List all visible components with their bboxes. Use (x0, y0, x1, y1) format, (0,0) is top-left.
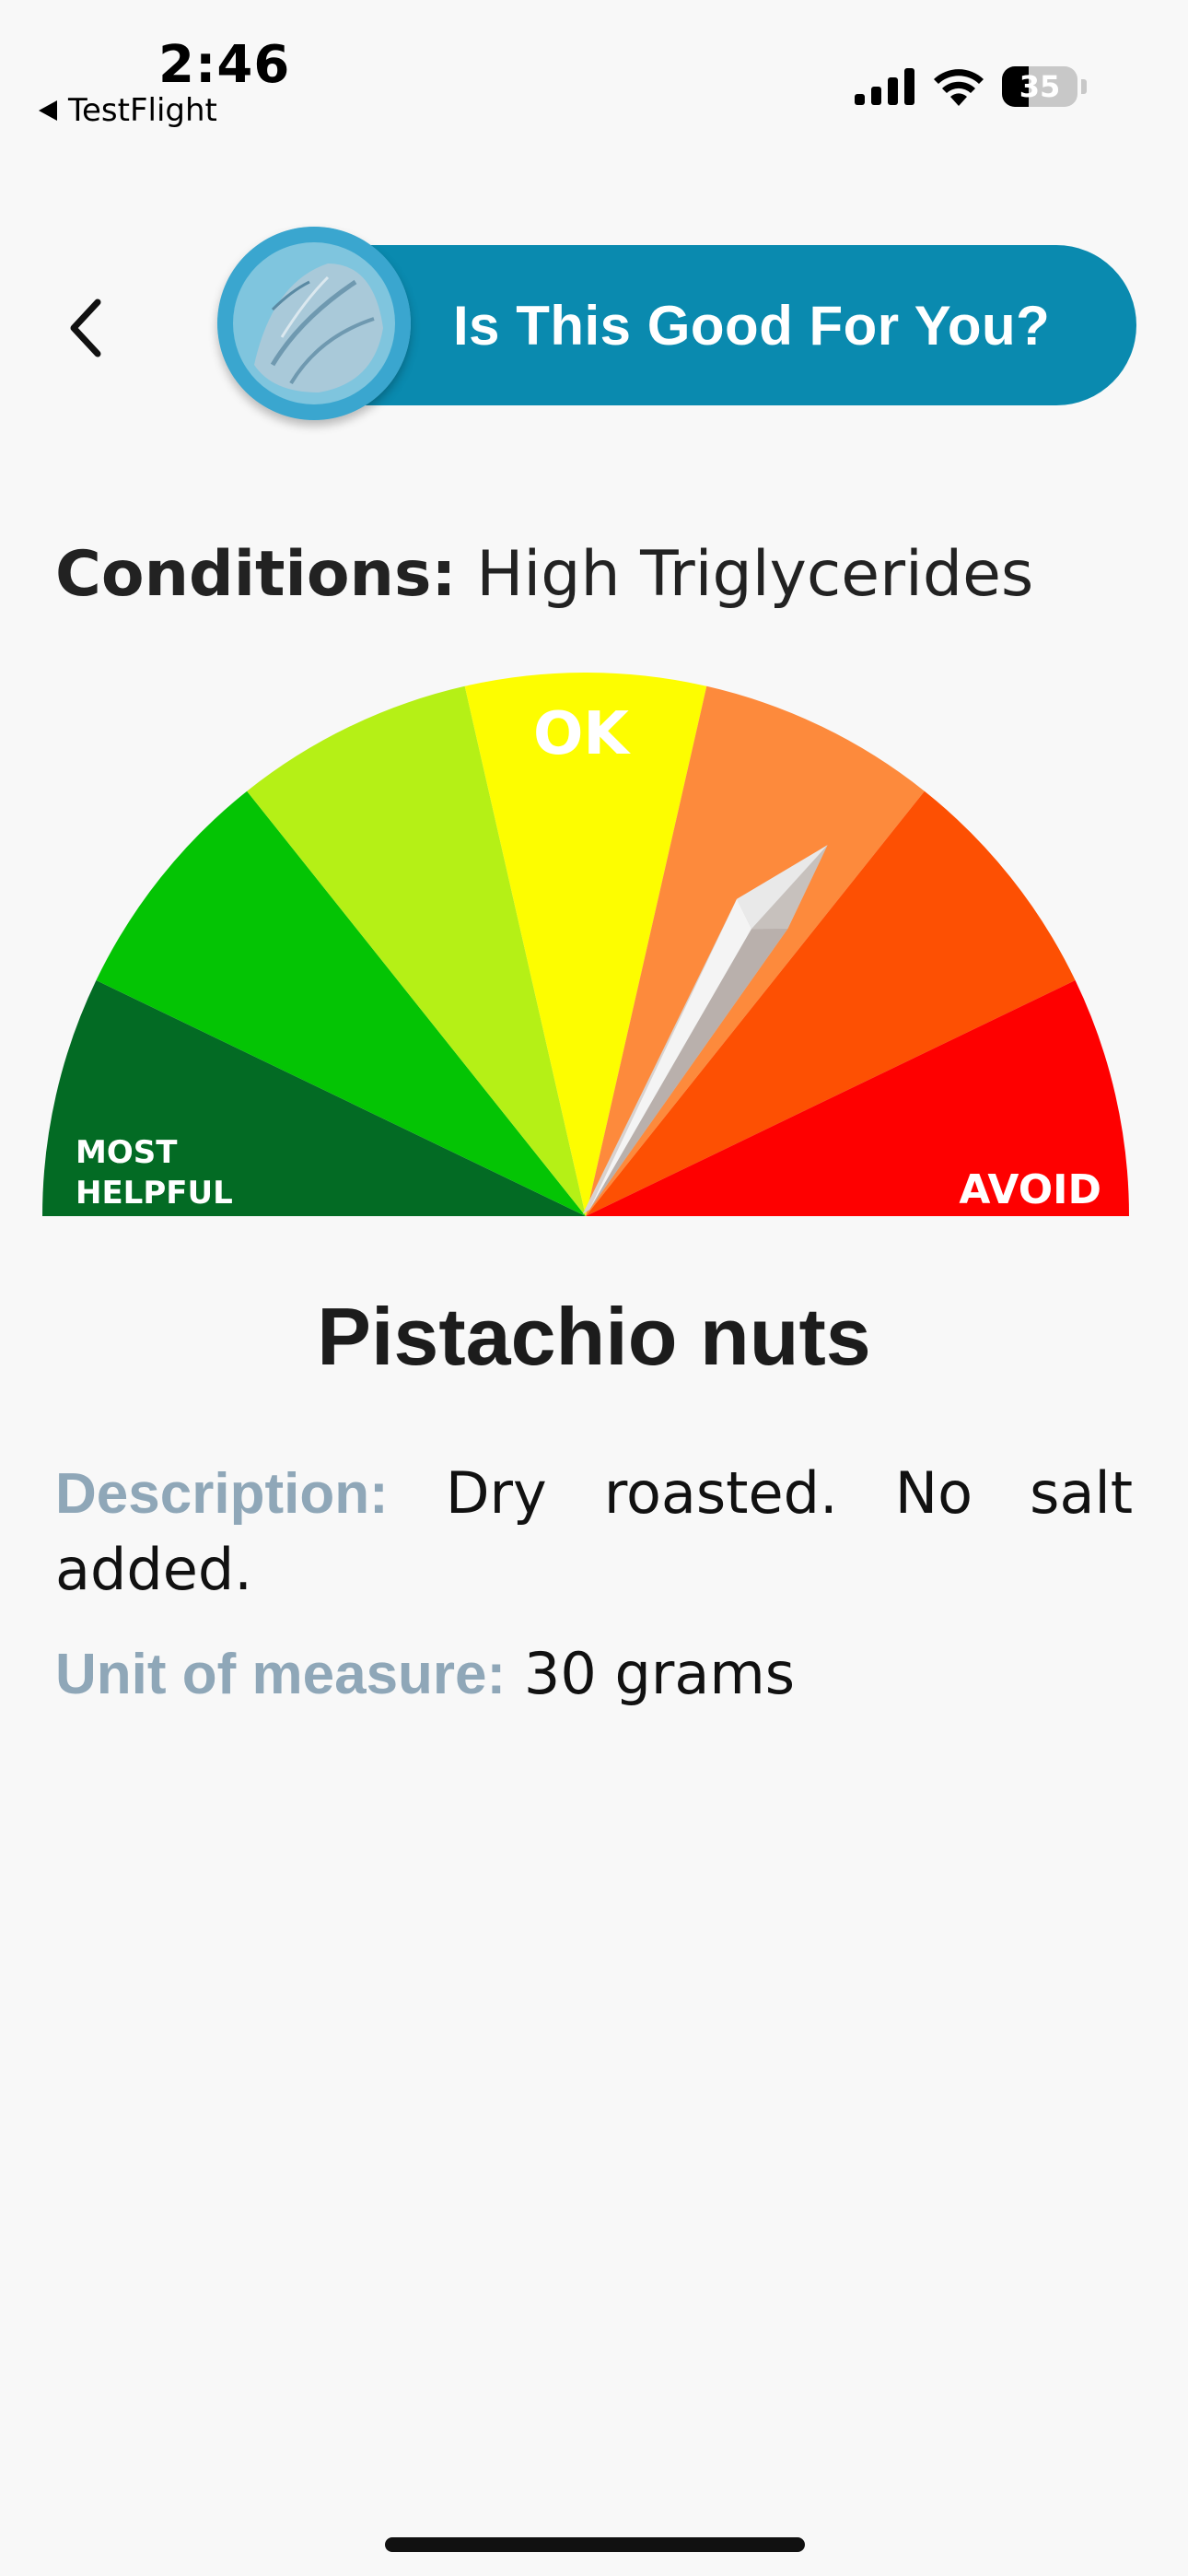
food-name: Pistachio nuts (317, 1291, 871, 1382)
cabbage-logo-icon (217, 227, 411, 420)
gauge-label-avoid: AVOID (959, 1166, 1101, 1213)
rating-gauge: MOST HELPFUL OK AVOID (42, 673, 1129, 1216)
unit-value: 30 grams (523, 1640, 796, 1707)
status-time: 2:46 (158, 35, 291, 95)
gauge-label-most: MOST (76, 1134, 178, 1171)
gauge-label-ok: OK (533, 700, 631, 768)
back-button[interactable] (55, 291, 122, 365)
battery-level: 35 (1019, 69, 1061, 104)
back-app-label: TestFlight (68, 92, 217, 129)
unit-label: Unit of measure: (55, 1643, 507, 1706)
page-title: Is This Good For You? (453, 294, 1051, 357)
wifi-icon (934, 69, 984, 106)
home-indicator[interactable] (385, 2537, 805, 2552)
description-row: Description: Dry roasted. No salt added. (55, 1456, 1133, 1608)
screen: 2:46 TestFlight 35 Is This Good For You? (0, 0, 1188, 2576)
description-label: Description: (55, 1462, 389, 1526)
status-icons: 35 (855, 66, 1087, 107)
conditions-row: Conditions: High Triglycerides (55, 538, 1033, 611)
battery-tip (1081, 79, 1087, 94)
back-triangle-icon (39, 100, 57, 121)
gauge-label-helpful: HELPFUL (76, 1175, 233, 1212)
battery-icon: 35 (1002, 66, 1077, 107)
unit-row: Unit of measure: 30 grams (55, 1640, 795, 1707)
conditions-label: Conditions: (55, 538, 457, 611)
conditions-value: High Triglycerides (476, 538, 1034, 611)
signal-icon (855, 68, 914, 105)
back-to-app-link[interactable]: TestFlight (39, 92, 217, 129)
